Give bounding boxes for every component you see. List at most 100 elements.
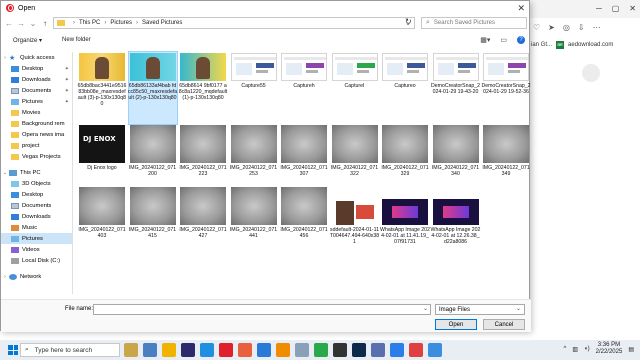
chevron-down-icon[interactable]: ⌄ xyxy=(423,305,428,312)
nav-network[interactable]: › Network xyxy=(1,271,72,282)
maximize-icon[interactable]: ▢ xyxy=(612,4,620,13)
breadcrumb-item[interactable]: Pictures xyxy=(110,20,132,26)
nav-item-documents-pc[interactable]: Documents xyxy=(1,200,72,211)
nav-item-pictures-pc[interactable]: Pictures xyxy=(1,233,72,244)
nav-item-documents[interactable]: Documents ✦ xyxy=(1,85,72,96)
file-item[interactable]: IMG_20240122_071253 xyxy=(230,125,277,187)
after-effects-icon[interactable] xyxy=(181,343,195,357)
close-icon[interactable]: ✕ xyxy=(629,4,636,13)
chrome-icon[interactable] xyxy=(390,343,404,357)
file-item[interactable]: sddefault-2024-01-11T004647.494-640x381 xyxy=(330,187,379,249)
start-windows-icon[interactable] xyxy=(8,345,18,355)
organize-button[interactable]: Organize ▾ xyxy=(13,37,42,44)
file-item[interactable]: WhatsApp Image 2024-02-01 at 12.26.38_d2… xyxy=(431,187,480,249)
nav-item-local-disk[interactable]: Local Disk (C:) xyxy=(1,255,72,266)
bookmark-item[interactable]: ian Gt... xyxy=(531,42,552,48)
nav-item-opera-news[interactable]: Opera news ima xyxy=(1,129,72,140)
extension-icon[interactable]: ♡ xyxy=(533,23,540,32)
breadcrumb-separator-icon[interactable]: › xyxy=(104,20,106,26)
file-item[interactable]: Capture55 xyxy=(230,53,277,115)
nav-item-background[interactable]: Background rem xyxy=(1,118,72,129)
vscode-icon[interactable] xyxy=(257,343,271,357)
task-view-icon[interactable] xyxy=(143,343,157,357)
app-icon[interactable] xyxy=(428,343,442,357)
recent-chevron-icon[interactable]: ⌄ xyxy=(27,19,39,28)
nav-item-project[interactable]: project xyxy=(1,140,72,151)
file-item[interactable]: IMG_20240122_071349 xyxy=(482,125,530,187)
notification-icon[interactable]: ▤ xyxy=(628,346,634,353)
clock[interactable]: 3:36 PM 2/22/2025 xyxy=(596,342,623,356)
volume-icon[interactable]: ◖) xyxy=(584,346,590,352)
file-item[interactable]: IMG_20240122_071223 xyxy=(179,125,227,187)
help-icon[interactable]: ? xyxy=(517,36,525,44)
premiere-icon[interactable] xyxy=(352,343,366,357)
download-icon[interactable]: ⇩ xyxy=(578,23,585,32)
file-item[interactable]: 65db8bac3441e951683bb08e_maxresdefault (… xyxy=(78,53,126,115)
bookmark-item[interactable]: aedownload.com xyxy=(568,42,613,48)
nav-item-desktop-pc[interactable]: Desktop xyxy=(1,189,72,200)
breadcrumb-item[interactable]: Saved Pictures xyxy=(142,20,182,26)
send-icon[interactable]: ➤ xyxy=(548,23,555,32)
menu-icon[interactable]: ⋯ xyxy=(593,23,601,32)
breadcrumb-separator-icon[interactable]: › xyxy=(73,20,75,26)
close-button[interactable]: ✕ xyxy=(517,3,525,14)
expand-chevron-icon[interactable]: › xyxy=(1,55,9,61)
preview-pane-icon[interactable]: ▭ xyxy=(500,36,507,44)
camera-icon[interactable]: ◎ xyxy=(563,23,570,32)
network-icon[interactable]: ▥ xyxy=(572,346,578,353)
nav-item-downloads[interactable]: Downloads ✦ xyxy=(1,74,72,85)
collapse-chevron-icon[interactable]: ⌄ xyxy=(1,170,9,176)
file-item[interactable]: DJ ENOX Dj Enox logo xyxy=(79,125,125,187)
address-bar[interactable]: › This PC › Pictures › Saved Pictures ⌄ xyxy=(53,17,415,29)
nav-item-vegas[interactable]: Vegas Projects xyxy=(1,151,72,162)
up-arrow-icon[interactable]: ↑ xyxy=(39,19,51,28)
nav-item-3d-objects[interactable]: 3D Objects xyxy=(1,178,72,189)
file-item[interactable]: Captureo xyxy=(382,53,428,115)
file-item[interactable]: DemoCreatorSnap_2024-01-29 19-43-20 xyxy=(431,53,480,115)
breadcrumb-item[interactable]: This PC xyxy=(79,20,100,26)
view-options-icon[interactable]: ▦▾ xyxy=(480,36,490,44)
file-item[interactable]: IMG_20240122_071456 xyxy=(280,187,328,249)
file-item[interactable]: DemoCreatorSnap_2024-01-29 19-52-36 xyxy=(481,53,531,115)
app-icon[interactable] xyxy=(295,343,309,357)
file-name-input[interactable]: ⌄ xyxy=(93,304,431,315)
new-folder-button[interactable]: New folder xyxy=(62,37,91,43)
app-icon[interactable] xyxy=(371,343,385,357)
file-item[interactable]: 65db8614 9bf0177 a8c8a1220_mqdefault (1)… xyxy=(179,53,227,115)
file-item[interactable]: IMG_20240122_071329 xyxy=(381,125,429,187)
app-icon[interactable] xyxy=(409,343,423,357)
nav-item-downloads-pc[interactable]: Downloads xyxy=(1,211,72,222)
expand-chevron-icon[interactable]: › xyxy=(1,274,9,280)
file-type-select[interactable]: Image Files ⌄ xyxy=(435,304,525,315)
minimize-icon[interactable]: ─ xyxy=(596,4,602,13)
file-item[interactable]: IMG_20240122_071403 xyxy=(78,187,126,249)
file-item[interactable]: IMG_20240122_071415 xyxy=(129,187,176,249)
forward-arrow-icon[interactable]: → xyxy=(15,19,27,28)
search-input[interactable]: ⌕ Search Saved Pictures xyxy=(421,17,527,29)
widgets-icon[interactable] xyxy=(124,343,138,357)
nav-item-videos[interactable]: Videos xyxy=(1,244,72,255)
nav-this-pc[interactable]: ⌄ This PC xyxy=(1,167,72,178)
chevron-down-icon[interactable]: ⌄ xyxy=(516,305,521,312)
breadcrumb-separator-icon[interactable]: › xyxy=(136,20,138,26)
nav-item-pictures[interactable]: Pictures ✦ xyxy=(1,96,72,107)
open-button[interactable]: Open xyxy=(435,319,477,330)
file-item[interactable]: CaptureI xyxy=(331,53,378,115)
back-arrow-icon[interactable]: ← xyxy=(3,19,15,28)
file-item[interactable]: WhatsApp Image 2024-02-01 at 11.41.19_07… xyxy=(380,187,430,249)
refresh-icon[interactable]: ↻ xyxy=(405,17,412,26)
file-explorer-icon[interactable] xyxy=(162,343,176,357)
nav-item-desktop[interactable]: Desktop ✦ xyxy=(1,63,72,74)
nav-quick-access[interactable]: › ★ Quick access xyxy=(1,52,72,63)
file-item[interactable]: Captureh xyxy=(281,53,327,115)
edge-icon[interactable] xyxy=(200,343,214,357)
file-item[interactable]: IMG_20240122_071427 xyxy=(179,187,227,249)
vlc-icon[interactable] xyxy=(276,343,290,357)
tray-chevron-icon[interactable]: ^ xyxy=(564,346,567,352)
file-item[interactable]: 65db86133af4bab fdcc85c50_maxresdefault … xyxy=(128,53,177,115)
app-icon[interactable] xyxy=(333,343,347,357)
nav-item-music[interactable]: Music xyxy=(1,222,72,233)
whatsapp-icon[interactable] xyxy=(314,343,328,357)
opera-icon[interactable] xyxy=(219,343,233,357)
file-item[interactable]: IMG_20240122_071322 xyxy=(331,125,378,187)
